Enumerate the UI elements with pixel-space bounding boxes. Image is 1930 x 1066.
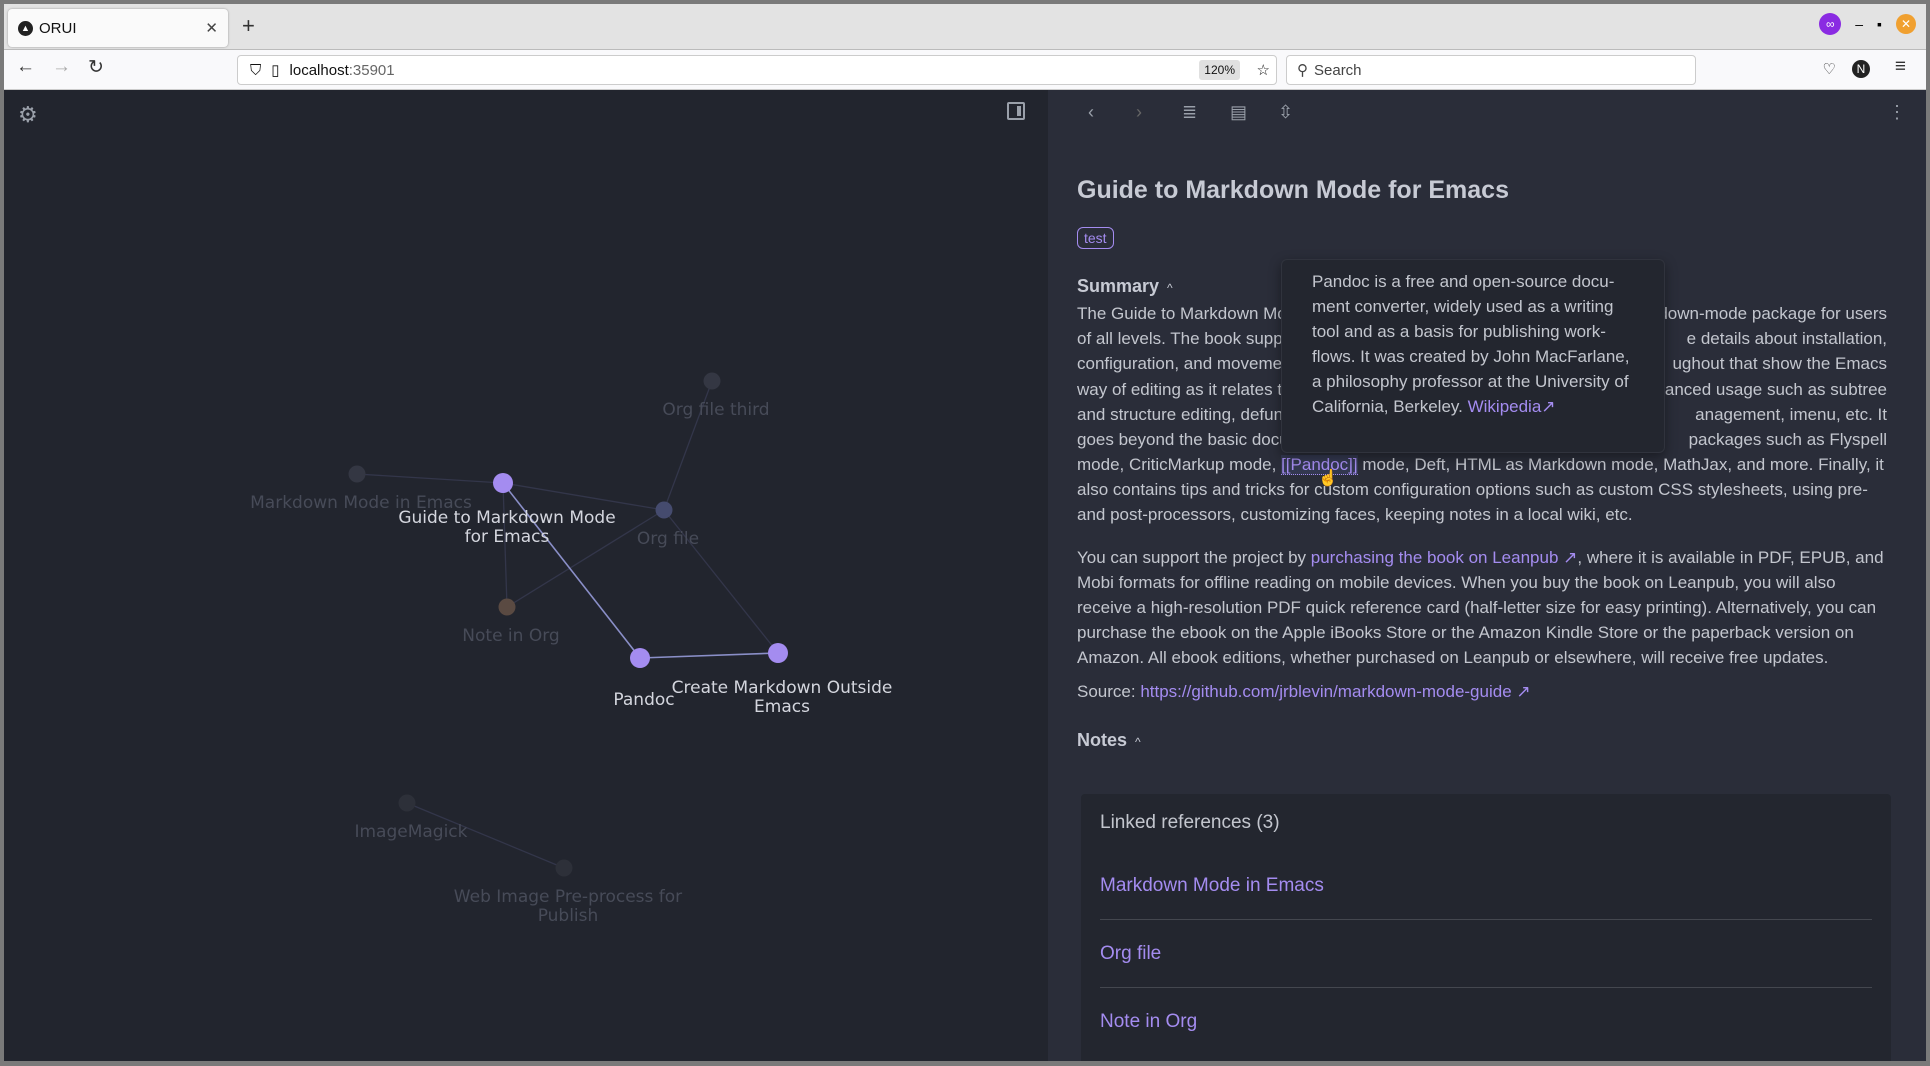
graph-panel: ⚙ Org file third Markdown Mode in Emacs Gu… [4, 90, 1048, 1061]
external-link-icon: ↗ [1541, 397, 1556, 416]
node-circle [348, 465, 366, 483]
url-port: :35901 [348, 61, 395, 79]
node-circle [630, 648, 650, 668]
external-link-icon: ↗ [1563, 548, 1578, 567]
menu-icon[interactable]: ≡ [1895, 56, 1906, 78]
leanpub-link[interactable]: purchasing the book on Leanpub ↗ [1311, 548, 1578, 567]
tag-badge[interactable]: test [1077, 227, 1114, 249]
link-preview-tooltip: Pandoc is a free and open-source docu-me… [1281, 259, 1665, 453]
page-icon: ▯ [271, 62, 280, 79]
node-circle [498, 598, 516, 616]
support-paragraph: You can support the project by purchasin… [1077, 548, 1884, 667]
maximize-button[interactable]: ▪ [1877, 16, 1882, 32]
notes-label: Notes [1077, 730, 1128, 750]
graph-node-org-file[interactable]: Org file [637, 501, 699, 550]
extension-icon[interactable]: ∞ [1819, 13, 1842, 35]
graph-node-guide[interactable]: Guide to Markdown Modefor Emacs [398, 473, 616, 547]
summary-line: mode, CriticMarkup mode, [[Pandoc]] mode… [1077, 455, 1884, 475]
search-input[interactable]: ⚲ Search [1286, 55, 1696, 85]
app-icon: ▲ [18, 20, 33, 36]
node-circle [768, 643, 788, 663]
graph-node-imagemagick[interactable]: ImageMagick [354, 794, 468, 843]
search-icon: ⚲ [1297, 62, 1308, 79]
external-link-icon: ↗ [1516, 682, 1531, 701]
node-label: Pandoc [613, 690, 674, 710]
account-avatar[interactable]: N [1852, 60, 1870, 78]
reload-button[interactable]: ↻ [88, 56, 104, 79]
page-title: Guide to Markdown Mode for Emacs [1077, 176, 1509, 204]
search-placeholder: Search [1314, 61, 1362, 79]
notes-heading[interactable]: Notes ^ [1077, 730, 1141, 751]
graph-edge [502, 482, 665, 511]
url-host: localhost [289, 61, 349, 79]
minimize-button[interactable]: – [1855, 16, 1863, 32]
linked-reference-item[interactable]: Markdown Mode in Emacs [1100, 852, 1872, 920]
mouse-cursor: ☝ [1318, 470, 1338, 487]
note-graph[interactable]: Org file third Markdown Mode in EmacsGuid… [4, 90, 1048, 1061]
tab-title: ORUI [39, 19, 77, 37]
summary-line: and post-processors, customizing faces, … [1077, 505, 1633, 524]
linked-references-heading: Linked references (3) [1100, 812, 1280, 833]
node-label: Web Image Pre-process for [454, 887, 682, 907]
graph-node-create-markdown[interactable]: Create Markdown OutsideEmacs [672, 643, 893, 717]
linked-reference-item[interactable]: Note in Org [1100, 988, 1872, 1056]
graph-edge [639, 652, 779, 659]
pocket-icon[interactable]: ♡ [1823, 60, 1836, 78]
browser-window: ▲ ORUI ✕ + ∞ – ▪ ✕ ← → ↻ ⛉ ▯ localhost:35901 120… [4, 4, 1926, 1061]
source-line: Source: https://github.com/jrblevin/mark… [1077, 682, 1531, 701]
node-label: Guide to Markdown Mode [398, 508, 615, 528]
node-label: for Emacs [465, 527, 550, 547]
source-link[interactable]: https://github.com/jrblevin/markdown-mod… [1140, 682, 1530, 701]
node-label: ImageMagick [354, 822, 467, 842]
graph-edge [356, 473, 504, 484]
nav-bar: ← → ↻ ⛉ ▯ localhost:35901 120% ☆ ⚲ Search ♡ N… [4, 49, 1926, 90]
node-circle [703, 372, 721, 390]
node-circle [493, 473, 513, 493]
bookmark-star-icon[interactable]: ☆ [1257, 61, 1270, 79]
node-label: Create Markdown Outside [672, 678, 893, 698]
summary-heading[interactable]: Summary ^ [1077, 276, 1173, 297]
collapse-vertical-icon[interactable]: ⇳ [1278, 102, 1293, 123]
close-window-button[interactable]: ✕ [1896, 14, 1916, 34]
node-label: Note in Org [462, 626, 559, 646]
new-tab-button[interactable]: + [242, 13, 255, 39]
graph-node-web-image[interactable]: Web Image Pre-process forPublish [454, 859, 682, 927]
back-button[interactable]: ← [16, 56, 35, 78]
graph-node-markdown-mode-in-emacs[interactable]: Markdown Mode in Emacs [250, 465, 472, 514]
linked-references: Linked references (3) Markdown Mode in E… [1081, 794, 1891, 1061]
node-circle [555, 859, 573, 877]
node-label: Org file third [662, 400, 769, 420]
chevron-up-icon: ^ [1167, 281, 1173, 295]
browser-tab[interactable]: ▲ ORUI ✕ [8, 9, 228, 47]
back-chevron-icon[interactable]: ‹ [1088, 102, 1094, 123]
tooltip-text: Pandoc is a free and open-source docu-me… [1312, 272, 1630, 416]
summary-line: also contains tips and tricks for custom… [1077, 480, 1868, 499]
node-label: Emacs [754, 697, 810, 717]
forward-button[interactable]: → [52, 56, 71, 78]
close-tab-icon[interactable]: ✕ [205, 19, 218, 37]
url-bar[interactable]: ⛉ ▯ localhost:35901 120% ☆ [237, 55, 1277, 85]
zoom-level[interactable]: 120% [1199, 60, 1240, 80]
shield-icon: ⛉ [250, 61, 262, 79]
more-options-icon[interactable]: ⋮ [1888, 102, 1906, 123]
linked-reference-item[interactable]: Org file [1100, 920, 1872, 988]
wikipedia-link[interactable]: Wikipedia↗ [1468, 397, 1556, 416]
summary-label: Summary [1077, 276, 1160, 296]
graph-node-note-in-org[interactable]: Note in Org [462, 598, 560, 647]
node-label: Publish [538, 906, 599, 926]
node-label: Org file [637, 529, 699, 549]
graph-node-org-file-third[interactable]: Org file third [662, 372, 770, 421]
note-panel: ‹ › ≣ ▤ ⇳ ⋮ Guide to Markdown Mode for E… [1048, 90, 1926, 1061]
forward-chevron-icon[interactable]: › [1136, 102, 1142, 123]
node-circle [398, 794, 416, 812]
align-left-icon[interactable]: ≣ [1182, 102, 1197, 123]
chevron-up-icon: ^ [1135, 735, 1141, 749]
tab-bar: ▲ ORUI ✕ + ∞ – ▪ ✕ [4, 4, 1926, 49]
node-circle [655, 501, 673, 519]
document-icon[interactable]: ▤ [1230, 102, 1247, 123]
